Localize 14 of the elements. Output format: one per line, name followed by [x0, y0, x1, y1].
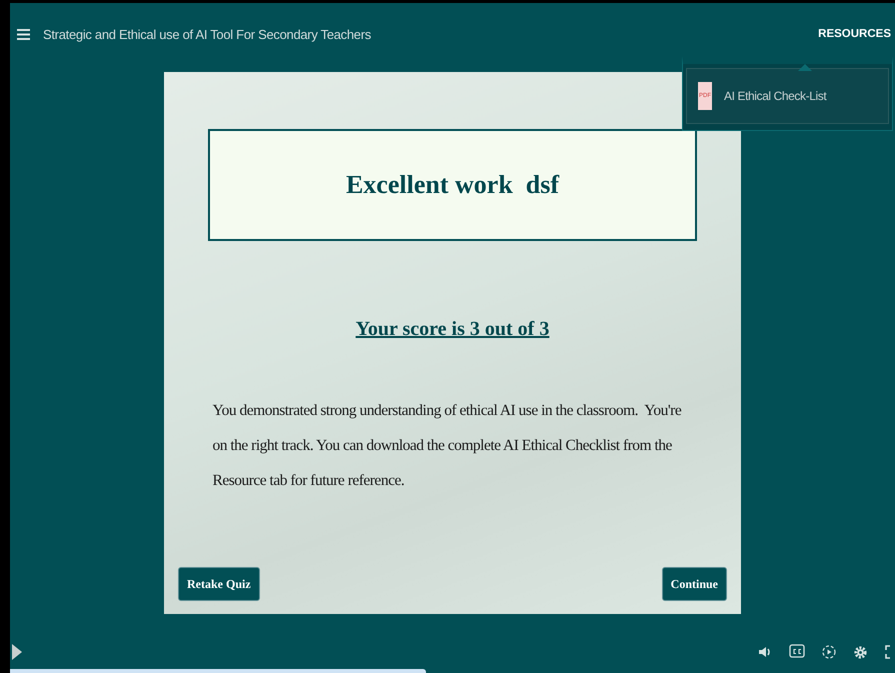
volume-icon[interactable]	[758, 645, 772, 659]
menu-icon[interactable]	[17, 28, 30, 40]
playback-speed-icon[interactable]	[822, 645, 836, 659]
score-text: Your score is 3 out of 3	[356, 318, 550, 341]
captions-icon[interactable]	[789, 644, 805, 660]
settings-icon[interactable]	[853, 644, 868, 660]
play-icon[interactable]	[12, 644, 22, 660]
slide-button[interactable]: Continue	[662, 567, 727, 601]
feedback-paragraph: You demonstrated strong understanding of ethical AI use in the classroom. You're on the right track. You can download the complete AI Ethical Checklist from the Resource tab for future reference.	[212, 401, 682, 491]
slide-button[interactable]: Retake Quiz	[178, 567, 260, 601]
course-title: Strategic and Ethical use of AI Tool For Secondary Teachers	[43, 26, 371, 42]
heading-text: Excellent work dsf	[346, 170, 560, 200]
resources-tab[interactable]: RESOURCES	[818, 28, 891, 40]
fullscreen-icon[interactable]	[885, 645, 893, 659]
